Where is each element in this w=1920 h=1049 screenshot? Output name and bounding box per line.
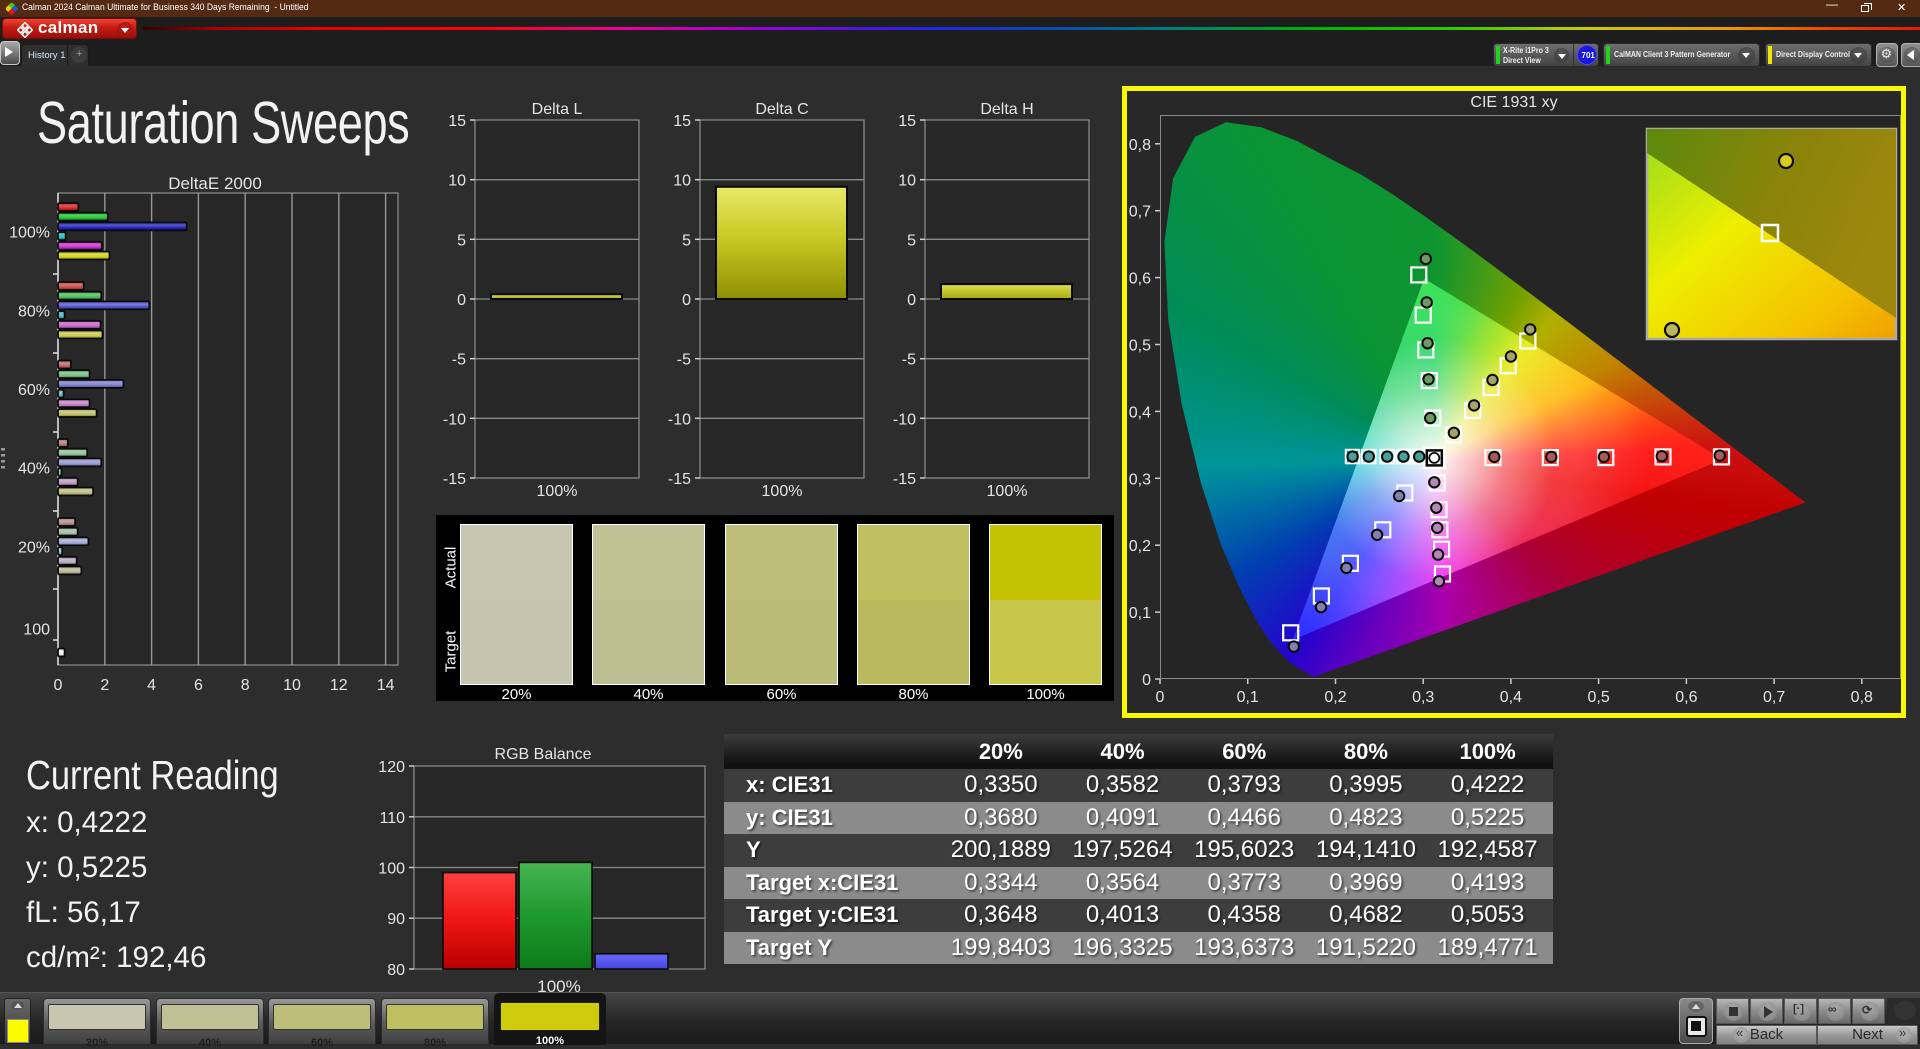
svg-text:60%: 60% bbox=[18, 382, 50, 399]
svg-text:0,2: 0,2 bbox=[1129, 538, 1151, 555]
svg-text:10: 10 bbox=[283, 677, 301, 694]
svg-text:100%: 100% bbox=[9, 225, 50, 242]
svg-text:110: 110 bbox=[379, 810, 405, 827]
svg-text:0,7: 0,7 bbox=[1763, 689, 1785, 706]
svg-text:0,4: 0,4 bbox=[1129, 404, 1151, 421]
svg-text:-10: -10 bbox=[893, 411, 916, 428]
svg-text:0,3: 0,3 bbox=[1129, 471, 1151, 488]
svg-text:0: 0 bbox=[1156, 689, 1165, 706]
svg-text:4: 4 bbox=[147, 677, 156, 694]
svg-text:-15: -15 bbox=[668, 471, 691, 488]
svg-text:90: 90 bbox=[387, 911, 405, 928]
svg-text:0: 0 bbox=[457, 292, 466, 309]
svg-text:0,5: 0,5 bbox=[1587, 689, 1609, 706]
svg-text:-5: -5 bbox=[902, 352, 916, 369]
svg-text:0,5: 0,5 bbox=[1129, 338, 1151, 355]
svg-text:12: 12 bbox=[330, 677, 348, 694]
svg-text:100: 100 bbox=[378, 861, 405, 878]
svg-text:0,2: 0,2 bbox=[1324, 689, 1346, 706]
svg-text:0: 0 bbox=[54, 677, 63, 694]
svg-text:100%: 100% bbox=[762, 483, 803, 500]
svg-text:5: 5 bbox=[682, 232, 691, 249]
svg-text:120: 120 bbox=[378, 759, 405, 776]
svg-text:0,1: 0,1 bbox=[1237, 689, 1259, 706]
svg-text:40%: 40% bbox=[18, 461, 50, 478]
svg-text:8: 8 bbox=[241, 677, 250, 694]
svg-text:0: 0 bbox=[907, 292, 916, 309]
svg-text:-5: -5 bbox=[452, 352, 466, 369]
svg-text:-15: -15 bbox=[893, 471, 916, 488]
svg-text:0,1: 0,1 bbox=[1129, 605, 1151, 622]
svg-text:10: 10 bbox=[898, 173, 916, 190]
svg-text:-15: -15 bbox=[443, 471, 466, 488]
svg-text:100%: 100% bbox=[987, 483, 1028, 500]
svg-text:Delta C: Delta C bbox=[755, 101, 808, 118]
svg-text:Delta H: Delta H bbox=[980, 101, 1033, 118]
svg-text:80%: 80% bbox=[18, 304, 50, 321]
svg-text:20%: 20% bbox=[18, 540, 50, 557]
svg-text:0,4: 0,4 bbox=[1500, 689, 1522, 706]
svg-text:0,6: 0,6 bbox=[1675, 689, 1697, 706]
svg-text:-10: -10 bbox=[668, 411, 691, 428]
svg-text:5: 5 bbox=[457, 232, 466, 249]
svg-text:-5: -5 bbox=[677, 352, 691, 369]
svg-text:100%: 100% bbox=[537, 483, 578, 500]
svg-text:80: 80 bbox=[387, 962, 405, 979]
svg-text:14: 14 bbox=[377, 677, 395, 694]
svg-text:2: 2 bbox=[100, 677, 109, 694]
svg-text:RGB Balance: RGB Balance bbox=[495, 746, 592, 763]
svg-text:10: 10 bbox=[448, 173, 466, 190]
svg-text:10: 10 bbox=[673, 173, 691, 190]
svg-text:0,7: 0,7 bbox=[1129, 204, 1151, 221]
svg-text:5: 5 bbox=[907, 232, 916, 249]
svg-text:0,6: 0,6 bbox=[1129, 271, 1151, 288]
svg-text:15: 15 bbox=[448, 113, 466, 130]
svg-text:0: 0 bbox=[1142, 672, 1151, 689]
svg-text:100: 100 bbox=[23, 622, 50, 639]
svg-text:DeltaE 2000: DeltaE 2000 bbox=[168, 174, 262, 193]
svg-text:0: 0 bbox=[682, 292, 691, 309]
svg-text:0,8: 0,8 bbox=[1851, 689, 1873, 706]
svg-text:Delta L: Delta L bbox=[532, 101, 583, 118]
svg-text:0,3: 0,3 bbox=[1412, 689, 1434, 706]
svg-text:-10: -10 bbox=[443, 411, 466, 428]
svg-text:6: 6 bbox=[194, 677, 203, 694]
svg-text:15: 15 bbox=[673, 113, 691, 130]
svg-text:0,8: 0,8 bbox=[1129, 137, 1151, 154]
svg-text:15: 15 bbox=[898, 113, 916, 130]
